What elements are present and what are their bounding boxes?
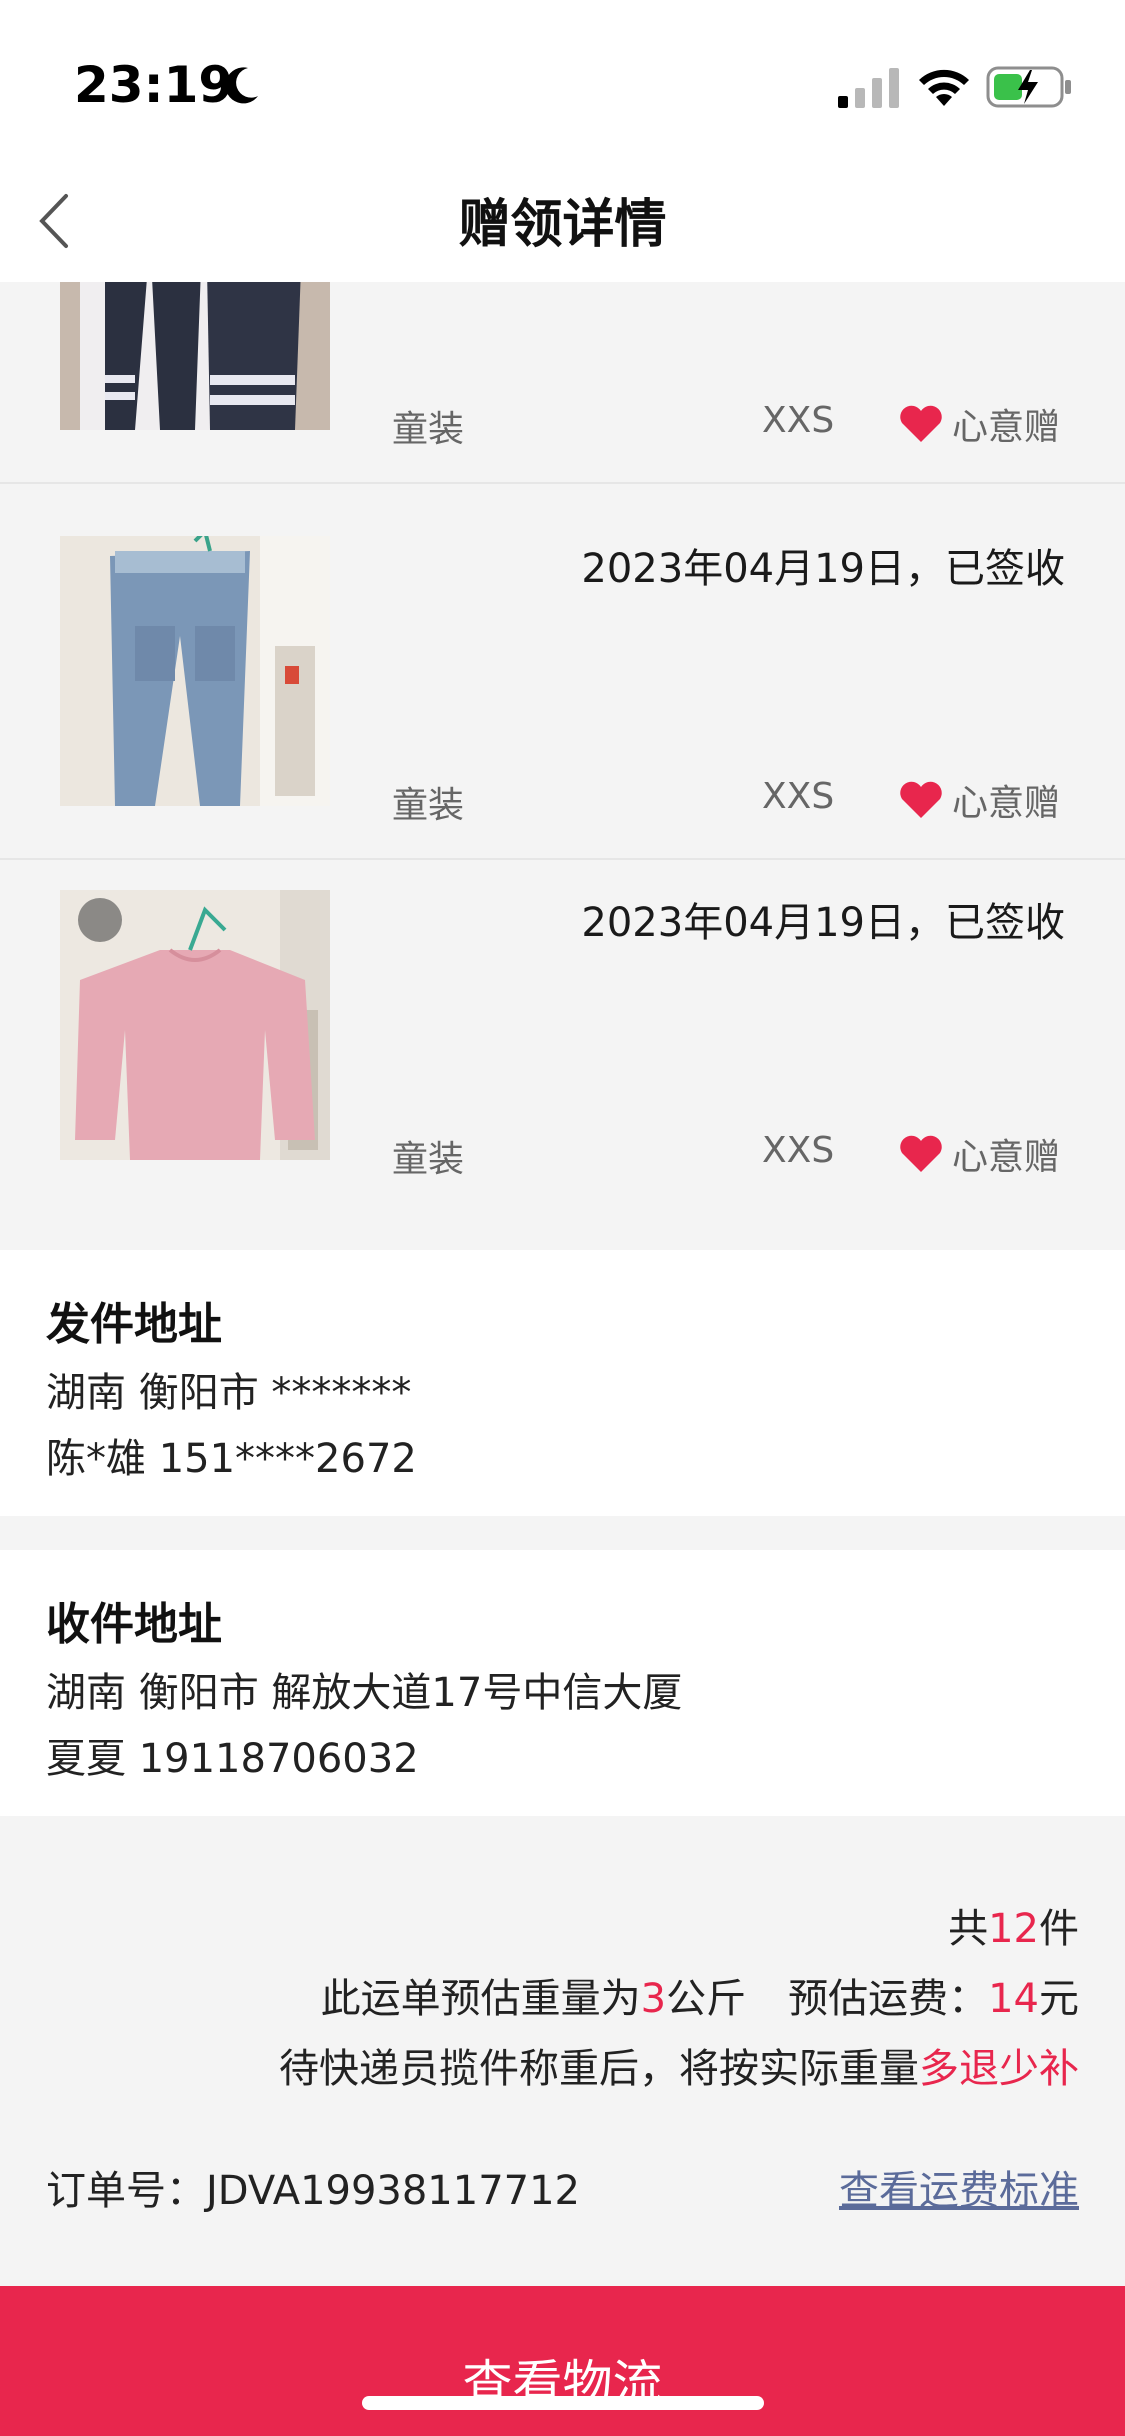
shipping-summary: 共12件 此运单预估重量为3公斤 预估运费：14元 待快递员揽件称重后，将按实际重… bbox=[0, 1818, 1125, 2288]
wifi-icon bbox=[919, 69, 969, 106]
list-item[interactable]: 2023年04月19日，已签收 童装 XXS 心意赠 bbox=[0, 860, 1125, 1214]
heart-icon bbox=[900, 1135, 942, 1172]
order-number: JDVA19938117712 bbox=[206, 2168, 581, 2214]
order-label: 订单号： bbox=[46, 2168, 206, 2214]
heart-icon bbox=[900, 405, 942, 442]
refund-note-line: 待快递员揽件称重后，将按实际重量多退少补 bbox=[279, 2036, 1079, 2094]
item-category: 童装 bbox=[392, 785, 465, 826]
total-prefix: 共 bbox=[948, 1906, 989, 1952]
gift-tag: 心意赠 bbox=[898, 398, 1060, 450]
view-logistics-button[interactable]: 查看物流 bbox=[0, 2286, 1125, 2436]
fee-standard-link[interactable]: 查看运费标准 bbox=[839, 2158, 1079, 2216]
status-time: 23:19 bbox=[74, 56, 234, 114]
sender-address-title: 发件地址 bbox=[46, 1299, 222, 1350]
receiver-address: 湖南 衡阳市 解放大道17号中信大厦 bbox=[46, 1670, 683, 1716]
fee-value: 14 bbox=[988, 1976, 1039, 2022]
gift-tag: 心意赠 bbox=[898, 1128, 1060, 1180]
item-size: XXS bbox=[762, 776, 835, 817]
item-date-status: 2023年04月19日，已签收 bbox=[581, 546, 1065, 592]
home-indicator bbox=[362, 2396, 764, 2410]
item-category: 童装 bbox=[392, 1139, 465, 1180]
weight-value: 3 bbox=[640, 1976, 667, 2022]
total-suffix: 件 bbox=[1039, 1906, 1079, 1952]
order-number-row: 订单号：JDVA19938117712 bbox=[46, 2158, 580, 2216]
moon-icon bbox=[225, 67, 258, 104]
gift-label: 心意赠 bbox=[952, 407, 1061, 448]
fee-prefix: 预估运费： bbox=[788, 1976, 989, 2022]
page-title: 赠领详情 bbox=[458, 195, 667, 255]
receiver-address-card: 收件地址 湖南 衡阳市 解放大道17号中信大厦 夏夏 19118706032 bbox=[0, 1550, 1125, 1816]
item-size: XXS bbox=[762, 400, 835, 441]
sender-contact: 陈*雄 151****2672 bbox=[46, 1436, 417, 1482]
item-photo-pants bbox=[60, 282, 330, 430]
gift-label: 心意赠 bbox=[952, 783, 1061, 824]
gift-label: 心意赠 bbox=[952, 1137, 1061, 1178]
weight-prefix: 此运单预估重量为 bbox=[320, 1976, 641, 2022]
gift-tag: 心意赠 bbox=[898, 774, 1060, 826]
note-prefix: 待快递员揽件称重后，将按实际重量 bbox=[279, 2046, 919, 2092]
nav-bar: 赠领详情 bbox=[0, 160, 1125, 282]
item-date-status: 2023年04月19日，已签收 bbox=[581, 900, 1065, 946]
item-photo-jeans bbox=[60, 536, 330, 806]
heart-icon bbox=[900, 781, 942, 818]
fee-unit: 元 bbox=[1039, 1976, 1079, 2022]
total-count-line: 共12件 bbox=[948, 1896, 1079, 1954]
note-highlight: 多退少补 bbox=[919, 2046, 1079, 2092]
list-item[interactable]: 2023年04月19日，已签收 童装 XXS 心意赠 bbox=[0, 506, 1125, 860]
item-category: 童装 bbox=[392, 409, 465, 450]
signal-icon bbox=[838, 68, 899, 108]
sender-address: 湖南 衡阳市 ******* bbox=[46, 1370, 412, 1416]
sender-address-card: 发件地址 湖南 衡阳市 ******* 陈*雄 151****2672 bbox=[0, 1250, 1125, 1516]
weight-unit: 公斤 bbox=[666, 1976, 747, 2022]
weight-fee-line: 此运单预估重量为3公斤 预估运费：14元 bbox=[321, 1966, 1079, 2024]
battery-icon bbox=[986, 66, 1071, 108]
total-count: 12 bbox=[988, 1906, 1039, 1952]
item-list: 童装 XXS 心意赠 2023年04月19日，已签收 童装 XXS 心意赠 20… bbox=[0, 282, 1125, 1248]
status-bar: 23:19 bbox=[0, 0, 1125, 160]
item-photo-sweater bbox=[60, 890, 330, 1160]
list-item[interactable]: 童装 XXS 心意赠 bbox=[0, 282, 1125, 484]
receiver-address-title: 收件地址 bbox=[46, 1599, 222, 1650]
receiver-contact: 夏夏 19118706032 bbox=[46, 1736, 419, 1782]
item-size: XXS bbox=[762, 1130, 835, 1171]
